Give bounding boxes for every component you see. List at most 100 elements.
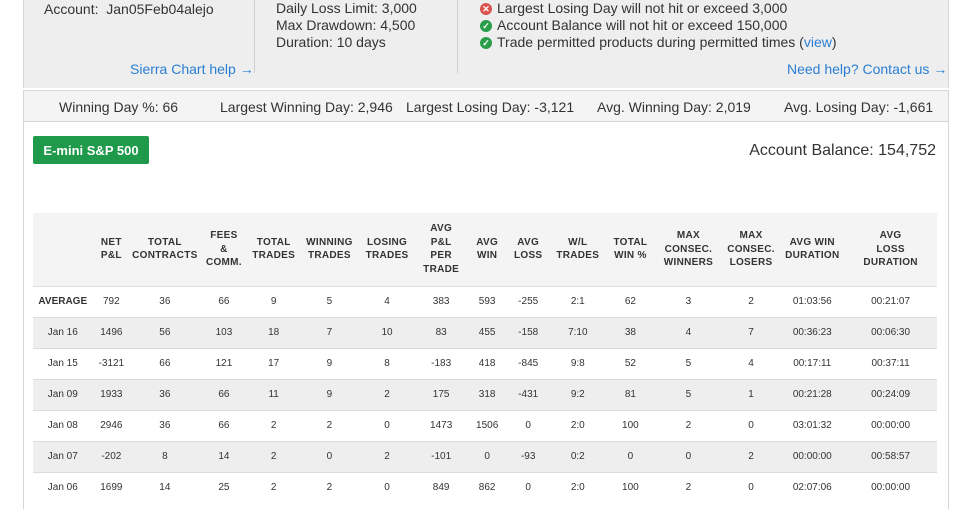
rule-check-suffix: ) bbox=[831, 34, 837, 50]
column-header-line: FEES bbox=[210, 230, 238, 241]
table-cell: 7 bbox=[721, 316, 781, 348]
column-header-line: TRADES bbox=[556, 250, 600, 262]
table-cell: 418 bbox=[467, 347, 507, 379]
table-cell: -3121 bbox=[92, 347, 131, 379]
table-cell: 83 bbox=[414, 316, 468, 348]
table-cell: 2 bbox=[248, 440, 300, 472]
table-cell: -183 bbox=[414, 347, 468, 379]
max-drawdown: Max Drawdown: 4,500 bbox=[276, 17, 416, 33]
column-header-line: WIN % bbox=[614, 250, 647, 262]
table-cell: 00:00:00 bbox=[780, 440, 845, 472]
column-header: WINNING TRADES bbox=[299, 213, 360, 286]
table-cell: 62 bbox=[605, 285, 656, 317]
column-header-line: WINNERS bbox=[663, 257, 714, 268]
row-date-cell: Jan 09 bbox=[33, 378, 93, 410]
column-header-line: LOSING bbox=[366, 236, 408, 248]
limits-list: Daily Loss Limit: 3,000 Max Drawdown: 4,… bbox=[276, 0, 417, 51]
table-cell: 00:58:57 bbox=[844, 440, 937, 472]
column-header: TOTAL CONTRACTS bbox=[130, 213, 199, 286]
table-cell: 1 bbox=[721, 378, 781, 410]
column-header: MAX CONSEC. LOSERS bbox=[722, 213, 781, 286]
fail-x-icon: ✕ bbox=[480, 2, 492, 15]
table-cell: 11 bbox=[248, 378, 300, 410]
table-cell: 4 bbox=[359, 285, 415, 317]
table-cell: -845 bbox=[506, 347, 550, 379]
column-header bbox=[33, 213, 93, 286]
table-row: Jan 07 -202 8 14 2 0 2 -101 0 -93 0:2 0 0 2 00:00:00 00… bbox=[33, 440, 937, 472]
column-header-line: TRADES bbox=[365, 250, 409, 262]
column-header: W/L TRADES bbox=[550, 213, 606, 286]
column-header: AVG WIN bbox=[468, 213, 507, 286]
column-header-line: TOTAL bbox=[147, 236, 182, 248]
table-cell: 01:03:56 bbox=[780, 285, 845, 317]
table-cell: 5 bbox=[655, 378, 722, 410]
duration: Duration: 10 days bbox=[276, 34, 386, 50]
table-cell: 66 bbox=[199, 409, 249, 441]
table-cell: 4 bbox=[721, 347, 781, 379]
table-cell: 10 bbox=[359, 316, 415, 348]
product-tab-button[interactable]: E-mini S&P 500 bbox=[33, 136, 149, 164]
sierra-chart-help-link[interactable]: Sierra Chart help → bbox=[130, 61, 254, 77]
table-cell: 2 bbox=[721, 285, 781, 317]
table-cell: -158 bbox=[506, 316, 550, 348]
product-section: E-mini S&P 500 Account Balance: 154,752 … bbox=[23, 122, 949, 509]
table-cell: 1506 bbox=[467, 409, 507, 441]
row-date-cell: Jan 16 bbox=[33, 316, 93, 348]
table-cell: 38 bbox=[605, 316, 656, 348]
table-cell: 36 bbox=[130, 378, 200, 410]
daily-loss-limit: Daily Loss Limit: 3,000 bbox=[276, 0, 417, 16]
table-cell: 0 bbox=[506, 471, 550, 503]
rule-check-permitted-products: ✓ Trade permitted products during permit… bbox=[480, 34, 837, 51]
table-cell: 17 bbox=[248, 347, 300, 379]
column-header: FEES & COMM. bbox=[200, 213, 249, 286]
column-header-line: TRADES bbox=[252, 250, 296, 262]
table-cell: 2 bbox=[655, 409, 722, 441]
table-cell: 00:24:09 bbox=[844, 378, 937, 410]
column-header-line: AVG WIN bbox=[789, 236, 835, 248]
table-cell: 25 bbox=[199, 471, 249, 503]
column-header-line: COMM. bbox=[205, 257, 242, 268]
table-cell: 00:06:30 bbox=[844, 316, 937, 348]
table-cell: 2 bbox=[359, 378, 415, 410]
avg-losing-day: Avg. Losing Day: -1,661 bbox=[784, 99, 934, 115]
column-header: AVG WIN DURATION bbox=[780, 213, 844, 286]
table-cell: 103 bbox=[199, 316, 249, 348]
column-header-line: P&L bbox=[100, 250, 122, 262]
table-cell: 849 bbox=[414, 471, 468, 503]
table-cell: 0 bbox=[359, 409, 415, 441]
table-cell: 03:01:32 bbox=[780, 409, 845, 441]
table-cell: 3 bbox=[655, 285, 722, 317]
table-cell: 100 bbox=[605, 409, 656, 441]
table-cell: 18 bbox=[248, 316, 300, 348]
column-header-line: AVG bbox=[430, 223, 453, 235]
table-cell: 00:21:28 bbox=[780, 378, 845, 410]
column-divider bbox=[457, 0, 458, 73]
table-cell: 2 bbox=[359, 440, 415, 472]
table-cell: -202 bbox=[92, 440, 131, 472]
column-header-line: CONSEC. bbox=[664, 243, 713, 255]
view-products-link[interactable]: view bbox=[804, 34, 832, 51]
table-cell: 00:00:00 bbox=[844, 471, 937, 503]
contact-us-link[interactable]: Need help? Contact us → bbox=[787, 61, 947, 77]
table-cell: 56 bbox=[130, 316, 200, 348]
table-cell: 4 bbox=[655, 316, 722, 348]
table-cell: -93 bbox=[506, 440, 550, 472]
table-cell: 1496 bbox=[92, 316, 131, 348]
table-cell: 36 bbox=[130, 409, 200, 441]
table-cell: 2 bbox=[299, 409, 360, 441]
row-date-cell: Jan 15 bbox=[33, 347, 93, 379]
table-cell: 66 bbox=[199, 378, 249, 410]
table-cell: 2 bbox=[655, 471, 722, 503]
column-header: MAX CONSEC. WINNERS bbox=[655, 213, 722, 286]
column-header-line: DURATION bbox=[863, 257, 918, 268]
column-header-line: AVG bbox=[476, 236, 499, 248]
column-header-line: LOSS bbox=[513, 250, 543, 262]
table-cell: 9:2 bbox=[549, 378, 606, 410]
column-header-line: WIN bbox=[476, 250, 498, 262]
table-body: AVERAGE 792 36 66 9 5 4 383 593 -255 2:1 62 3 2 01:03:… bbox=[33, 285, 937, 503]
table-cell: 2 bbox=[721, 440, 781, 472]
column-header-line: LOSERS bbox=[729, 257, 773, 268]
column-header-line: CONTRACTS bbox=[132, 250, 198, 262]
column-header-line: AVG bbox=[517, 236, 540, 248]
column-header-line: DURATION bbox=[785, 250, 840, 262]
